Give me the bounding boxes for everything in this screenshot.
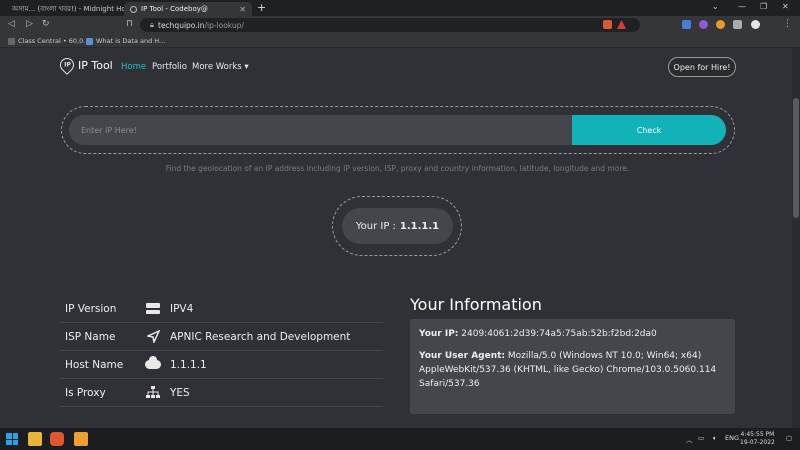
tab-ip-tool[interactable]: IP Tool - Codeboy@ ✕: [124, 2, 252, 16]
notification-icon[interactable]: ▢: [786, 434, 792, 442]
info-row-isp-name: ISP Name APNIC Research and Development: [60, 323, 383, 351]
reload-icon[interactable]: ↻: [42, 19, 50, 29]
your-information-box: Your IP: 2409:4061:2d39:74a5:75ab:52b:f2…: [410, 319, 735, 414]
windows-taskbar: ︿ ▭ 🔈︎ ENG 4:45:55 PM 19-07-2022 ▢: [0, 428, 800, 450]
info-row-is-proxy: Is Proxy YES: [60, 379, 383, 407]
battery-icon[interactable]: ▭: [698, 434, 704, 442]
info-row-ip-version: IP Version IPV4: [60, 295, 383, 323]
info-label: IP Version: [65, 302, 117, 315]
sublime-text-icon[interactable]: [74, 432, 88, 446]
bookmark-favicon-icon: [8, 37, 15, 45]
url-domain: techquipo.in: [158, 20, 205, 30]
info-value: IPV4: [170, 302, 194, 315]
bookmarks-bar: Class Central • 60,0... What is Data and…: [0, 34, 800, 48]
ip-search-input[interactable]: [69, 115, 573, 145]
info-value: YES: [170, 386, 190, 399]
bookmark-what-is-data[interactable]: What is Data and H...: [86, 37, 165, 45]
bookmark-class-central[interactable]: Class Central • 60,0...: [8, 37, 89, 45]
puzzle-icon[interactable]: [733, 20, 742, 29]
info-value: 1.1.1.1: [170, 358, 207, 371]
bookmark-favicon-icon: [86, 37, 93, 45]
ua-label: Your User Agent:: [419, 351, 506, 361]
clock-time: 4:45:55 PM: [740, 431, 775, 438]
nav-portfolio[interactable]: Portfolio: [152, 62, 187, 72]
file-explorer-icon[interactable]: [28, 432, 42, 446]
cloud-icon: [138, 356, 168, 369]
info-label: ISP Name: [65, 330, 116, 343]
extension-icon[interactable]: [699, 20, 708, 29]
ip-label: Your IP:: [419, 329, 459, 339]
ip-value: 2409:4061:2d39:74a5:75ab:52b:f2bd:2da0: [461, 329, 657, 339]
your-information-title: Your Information: [410, 295, 542, 314]
browser-toolbar: ◁ ▷ ↻ ⊓ 🔒︎ techquipo.in/ip-lookup/ ⋮: [0, 16, 800, 34]
menu-icon[interactable]: ⋮: [783, 19, 792, 29]
scrollbar[interactable]: [792, 48, 800, 428]
bookmark-label: Class Central • 60,0...: [18, 37, 90, 45]
tab-youtube[interactable]: অসাম... (বাংলা খবর!) - Midnight Horro ✕: [2, 2, 124, 16]
bookmark-icon[interactable]: ⊓: [126, 19, 133, 29]
info-label: Is Proxy: [65, 386, 106, 399]
tab-label: IP Tool - Codeboy@: [141, 5, 208, 13]
your-ip-line: Your IP: 2409:4061:2d39:74a5:75ab:52b:f2…: [419, 327, 726, 341]
tray-chevron-icon[interactable]: ︿: [686, 434, 693, 444]
back-button[interactable]: ◁: [8, 19, 15, 29]
info-value: APNIC Research and Development: [170, 330, 351, 343]
info-row-host-name: Host Name 1.1.1.1: [60, 351, 383, 379]
search-description: Find the geolocation of an IP address in…: [165, 164, 630, 173]
clock-date: 19-07-2022: [740, 439, 775, 446]
your-ip-badge: Your IP : 1.1.1.1: [342, 208, 453, 244]
chrome-icon[interactable]: [716, 20, 725, 29]
user-agent-line: Your User Agent: Mozilla/5.0 (Windows NT…: [419, 349, 726, 391]
open-for-hire-button[interactable]: Open for Hire!: [668, 57, 736, 77]
location-pin-icon: IP: [57, 55, 77, 75]
brave-shield-icon[interactable]: [603, 20, 612, 29]
bookmark-label: What is Data and H...: [96, 37, 166, 45]
volume-icon[interactable]: 🔈︎: [713, 434, 717, 443]
network-icon: [138, 386, 168, 399]
your-ip-label: Your IP :: [355, 220, 396, 232]
tab-label: অসাম... (বাংলা খবর!) - Midnight Horro: [12, 5, 124, 13]
logo-text: IP Tool: [78, 58, 113, 72]
nav-more-works[interactable]: More Works ▾: [192, 62, 249, 72]
profile-icon[interactable]: [751, 20, 760, 29]
forward-button[interactable]: ▷: [26, 19, 33, 29]
maximize-button[interactable]: ❐: [760, 2, 767, 11]
minimize-button[interactable]: —: [738, 2, 746, 11]
url-bar[interactable]: 🔒︎ techquipo.in/ip-lookup/: [140, 18, 640, 32]
site-logo[interactable]: IP IP Tool: [57, 55, 113, 75]
scrollbar-thumb[interactable]: [793, 98, 799, 218]
url-path: /ip-lookup/: [204, 20, 244, 30]
windows-start-icon[interactable]: [6, 433, 18, 445]
language-indicator[interactable]: ENG: [725, 434, 739, 442]
browser-tab-bar: অসাম... (বাংলা খবর!) - Midnight Horro ✕ …: [0, 0, 800, 16]
check-button[interactable]: Check: [572, 115, 726, 145]
brave-browser-icon[interactable]: [50, 432, 64, 446]
close-tab-icon[interactable]: ✕: [239, 5, 246, 14]
lock-icon: 🔒︎: [150, 20, 154, 29]
location-arrow-icon: [138, 330, 168, 343]
info-label: Host Name: [65, 358, 124, 371]
translate-icon[interactable]: [682, 20, 691, 29]
nav-home[interactable]: Home: [121, 62, 146, 72]
new-tab-button[interactable]: +: [257, 1, 266, 14]
server-icon: [138, 303, 168, 314]
tab-search-icon[interactable]: ⌄: [712, 2, 719, 11]
globe-icon: [130, 5, 137, 13]
your-ip-value: 1.1.1.1: [399, 220, 440, 232]
close-window-button[interactable]: ✕: [782, 2, 789, 11]
clock[interactable]: 4:45:55 PM 19-07-2022: [740, 431, 775, 447]
